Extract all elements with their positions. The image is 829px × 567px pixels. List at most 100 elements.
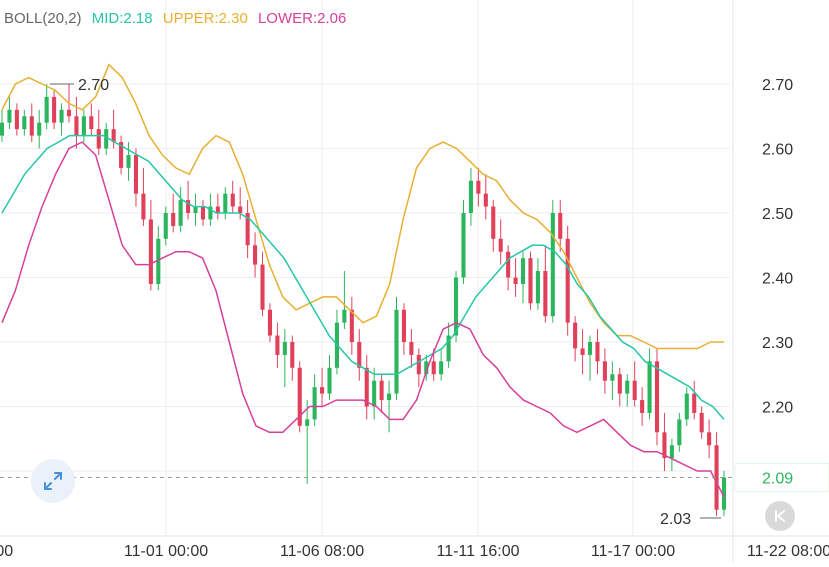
candle-body bbox=[37, 122, 42, 136]
candle-body bbox=[171, 213, 176, 226]
boll-chart[interactable]: 2.702.602.502.402.302.202.1026 16:0011-0… bbox=[0, 0, 829, 562]
chevron-left-bar-icon bbox=[775, 510, 785, 522]
candle-body bbox=[379, 380, 384, 401]
y-tick-label: 2.70 bbox=[762, 77, 793, 94]
candle-body bbox=[677, 419, 682, 446]
candle-body bbox=[342, 309, 347, 323]
candle-body bbox=[305, 419, 310, 426]
candle-body bbox=[453, 277, 459, 336]
candle-body bbox=[200, 206, 206, 220]
candle-body bbox=[707, 432, 712, 446]
candle-body bbox=[148, 219, 153, 284]
candle-body bbox=[238, 206, 243, 213]
expand-diagonal-icon bbox=[44, 472, 62, 490]
candle-body bbox=[372, 380, 377, 407]
candle-body bbox=[610, 374, 615, 381]
candle-body bbox=[230, 193, 235, 207]
candle-body bbox=[640, 400, 645, 413]
candle-body bbox=[7, 109, 12, 123]
candle-body bbox=[141, 193, 146, 220]
candle-body bbox=[357, 342, 362, 368]
legend-mid: MID:2.18 bbox=[91, 10, 153, 27]
fullscreen-button[interactable] bbox=[31, 459, 75, 503]
candle-body bbox=[59, 109, 64, 123]
candle-body bbox=[409, 342, 414, 355]
scroll-to-latest-button[interactable] bbox=[765, 501, 795, 531]
candle-body bbox=[96, 129, 101, 149]
candle-body bbox=[267, 309, 273, 336]
y-tick-label: 2.60 bbox=[762, 142, 793, 159]
candle-body bbox=[22, 116, 27, 130]
candle-body bbox=[565, 238, 570, 323]
y-tick-label: 2.50 bbox=[762, 206, 793, 223]
candle-body bbox=[580, 348, 585, 355]
candle-body bbox=[617, 374, 622, 394]
candle-body bbox=[126, 154, 131, 168]
candle-body bbox=[573, 322, 578, 349]
x-tick-label: 11-06 08:00 bbox=[280, 543, 364, 560]
candle-body bbox=[550, 213, 555, 317]
candle-body bbox=[625, 380, 630, 394]
boll-legend: BOLL(20,2) MID:2.18 UPPER:2.30 LOWER:2.0… bbox=[4, 10, 352, 27]
boll-lower-line bbox=[1, 141, 725, 498]
candle-body bbox=[632, 380, 637, 401]
high-label: 2.70 bbox=[78, 77, 109, 94]
candle-body bbox=[133, 154, 139, 194]
candle-body bbox=[282, 342, 287, 355]
candle-body bbox=[178, 200, 183, 226]
candle-body bbox=[558, 213, 563, 239]
x-tick-label: 11-22 08:00 bbox=[747, 543, 829, 560]
candle-body bbox=[535, 271, 540, 304]
candle-body bbox=[684, 393, 689, 420]
candle-body bbox=[669, 445, 674, 459]
legend-indicator-name: BOLL(20,2) bbox=[4, 10, 82, 27]
candle-body bbox=[0, 122, 5, 136]
candle-body bbox=[513, 277, 518, 284]
candle-body bbox=[74, 116, 79, 136]
y-tick-label: 2.20 bbox=[762, 400, 793, 417]
candle-body bbox=[498, 238, 503, 252]
candle-body bbox=[394, 309, 399, 394]
candle-body bbox=[260, 264, 265, 310]
candle-body bbox=[320, 387, 325, 394]
candle-body bbox=[602, 361, 607, 381]
x-tick-label: 11-17 00:00 bbox=[591, 543, 675, 560]
legend-lower: LOWER:2.06 bbox=[257, 10, 347, 27]
candle-body bbox=[483, 193, 488, 207]
chart-canvas[interactable]: 2.702.602.502.402.302.202.1026 16:0011-0… bbox=[0, 0, 829, 562]
candle-body bbox=[654, 361, 660, 433]
x-tick-label: 11-11 16:00 bbox=[436, 543, 519, 560]
candle-body bbox=[290, 342, 295, 368]
candle-body bbox=[543, 271, 548, 317]
candle-body bbox=[587, 342, 593, 355]
candle-body bbox=[349, 309, 354, 342]
candle-body bbox=[253, 245, 258, 265]
candle-body bbox=[66, 109, 72, 117]
candle-body bbox=[223, 193, 228, 213]
candle-body bbox=[14, 109, 19, 130]
candle-body bbox=[81, 116, 86, 136]
candle-body bbox=[401, 309, 406, 342]
candle-body bbox=[692, 393, 697, 413]
candle-body bbox=[215, 206, 220, 213]
legend-upper: UPPER:2.30 bbox=[162, 10, 248, 27]
current-price-label: 2.09 bbox=[762, 470, 793, 487]
candle-body bbox=[52, 96, 57, 123]
y-tick-label: 2.30 bbox=[762, 335, 793, 352]
low-label: 2.03 bbox=[660, 511, 691, 528]
candle-body bbox=[595, 342, 600, 362]
x-tick-label: 11-01 00:00 bbox=[124, 543, 208, 560]
candle-body bbox=[312, 387, 317, 420]
candle-body bbox=[29, 116, 34, 136]
candle-body bbox=[528, 258, 533, 304]
candle-body bbox=[468, 180, 473, 213]
candle-body bbox=[193, 206, 198, 213]
candle-body bbox=[461, 213, 466, 278]
candle-body bbox=[506, 251, 511, 278]
candle-body bbox=[520, 258, 526, 284]
y-tick-label: 2.40 bbox=[762, 271, 793, 288]
candle-body bbox=[44, 96, 49, 123]
candle-body bbox=[275, 335, 280, 355]
candle-body bbox=[431, 361, 436, 375]
candle-body bbox=[89, 116, 94, 130]
